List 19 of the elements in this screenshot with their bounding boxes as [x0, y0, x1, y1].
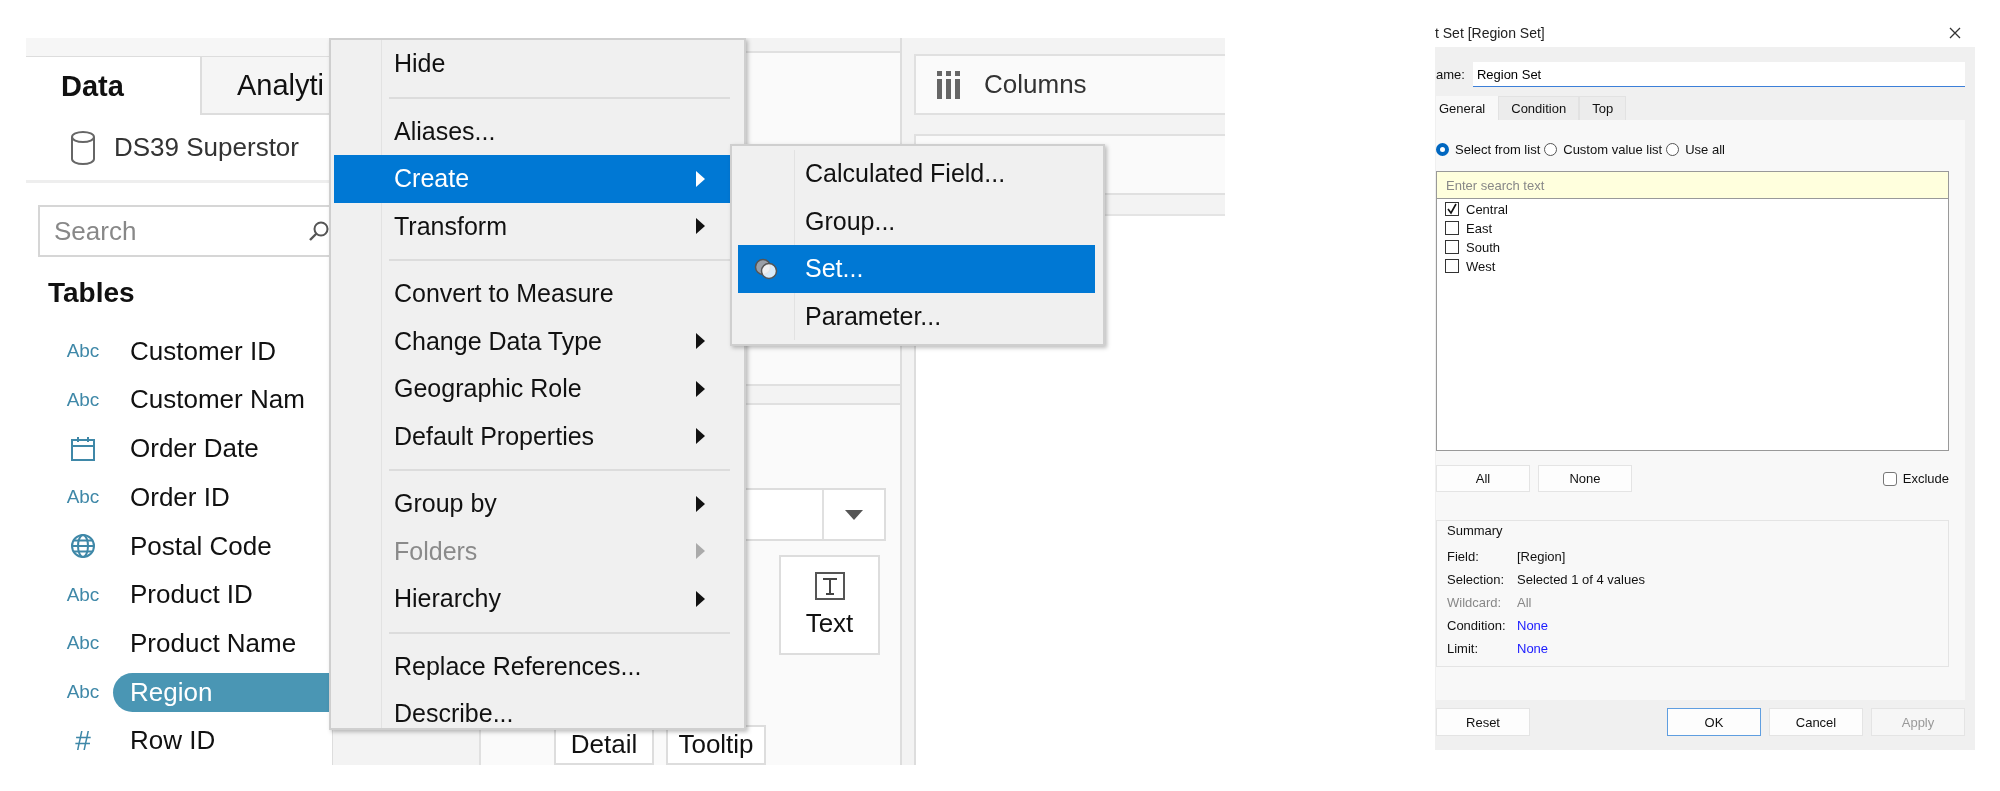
- summary-value: [Region]: [1517, 549, 1566, 564]
- string-type-icon: Abc: [66, 583, 100, 606]
- string-type-icon: Abc: [66, 389, 100, 411]
- name-label: ame:: [1436, 67, 1465, 82]
- group-title: Summary: [1447, 523, 1504, 538]
- string-type-icon: Abc: [66, 486, 100, 509]
- summary-label: Wildcard:: [1447, 595, 1503, 610]
- summary-value: Selected 1 of 4 values: [1517, 572, 1645, 587]
- summary-label: Selection:: [1447, 572, 1506, 587]
- summary-label: Condition:: [1447, 618, 1507, 633]
- string-type-icon: Abc: [66, 681, 100, 703]
- summary-value: All: [1517, 595, 1532, 610]
- string-type-icon: Abc: [66, 632, 100, 655]
- section-title: Tables: [47, 276, 136, 311]
- string-type-icon: Abc: [66, 340, 100, 363]
- summary-label: Limit:: [1447, 641, 1480, 656]
- dialog-title: t Set [Region Set]: [1435, 25, 1545, 41]
- summary-label: Field:: [1447, 549, 1480, 564]
- number-type-icon: #: [75, 724, 91, 757]
